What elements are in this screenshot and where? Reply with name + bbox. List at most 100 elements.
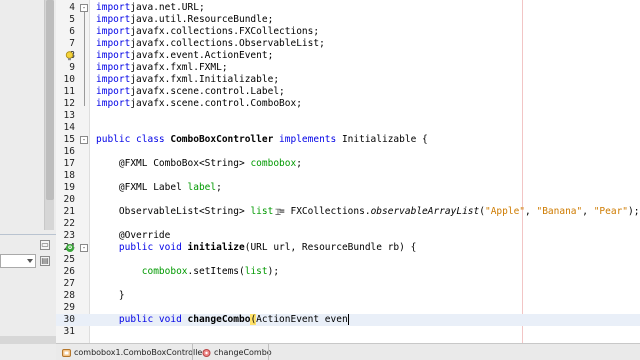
breadcrumb: combobox1.ComboBoxController changeCombo xyxy=(56,343,640,360)
line-number: 12 xyxy=(63,98,75,109)
code-line[interactable]: 29 xyxy=(56,302,640,314)
code-line[interactable]: 13 xyxy=(56,110,640,122)
code-line[interactable]: 27 xyxy=(56,278,640,290)
code-token: combobox xyxy=(141,266,188,277)
code-line[interactable]: 20 xyxy=(56,194,640,206)
code-line[interactable]: 9 importjavafx.fxml.FXML; xyxy=(56,62,640,74)
code-token: javafx.collections.ObservableList; xyxy=(130,38,325,49)
left-panel: ▭ ▤ xyxy=(0,0,56,360)
code-token: javafx.fxml.Initializable; xyxy=(130,74,280,85)
code-text: ObservableList<String> list = FXCollecti… xyxy=(96,206,640,218)
code-line[interactable]: 14 xyxy=(56,122,640,134)
code-line[interactable]: 11 importjavafx.scene.control.Label; xyxy=(56,86,640,98)
code-line[interactable]: 16 xyxy=(56,146,640,158)
fold-toggle-icon[interactable]: - xyxy=(80,136,88,144)
code-token: changeCombo xyxy=(187,314,251,325)
code-token: list xyxy=(250,206,274,217)
line-number: 20 xyxy=(63,194,75,205)
code-token: .setItems( xyxy=(187,266,245,277)
code-token: javafx.fxml.FXML; xyxy=(130,62,228,73)
line-number: 15 xyxy=(63,134,75,145)
code-text: public class ComboBoxController implemen… xyxy=(96,134,428,146)
code-line[interactable]: 7 importjavafx.collections.ObservableList… xyxy=(56,38,640,50)
code-token: combobox xyxy=(250,158,297,169)
code-line[interactable]: 23 @Override xyxy=(56,230,640,242)
code-text: importjava.util.ResourceBundle; xyxy=(96,14,273,26)
code-line[interactable]: 8importjavafx.event.ActionEvent; xyxy=(56,50,640,62)
line-number: 25 xyxy=(63,254,75,265)
left-panel-horizontal-scrollbar[interactable] xyxy=(0,336,56,344)
panel-options-icon[interactable]: ▤ xyxy=(40,256,50,266)
line-number: 16 xyxy=(63,146,75,157)
code-text: importjavafx.scene.control.ComboBox; xyxy=(96,98,302,110)
code-text: importjava.net.URL; xyxy=(96,2,205,14)
code-line[interactable]: 4- importjava.net.URL; xyxy=(56,2,640,14)
code-text: @Override xyxy=(96,230,170,242)
code-text: combobox.setItems(list); xyxy=(96,266,279,278)
code-line[interactable]: 12 importjavafx.scene.control.ComboBox; xyxy=(56,98,640,110)
code-token: "Banana" xyxy=(536,206,583,217)
code-text: public void initialize(URL url, Resource… xyxy=(96,242,416,254)
fold-toggle-icon[interactable]: - xyxy=(80,244,88,252)
code-line[interactable]: 26 combobox.setItems(list); xyxy=(56,266,640,278)
code-token: "Pear" xyxy=(593,206,629,217)
code-token: java.util.ResourceBundle; xyxy=(130,14,274,25)
code-token: javafx.event.ActionEvent; xyxy=(130,50,274,61)
code-line[interactable]: 18 xyxy=(56,170,640,182)
hint-bulb-icon[interactable] xyxy=(65,51,74,61)
code-text: importjavafx.scene.control.Label; xyxy=(96,86,285,98)
method-icon xyxy=(202,349,211,357)
code-token: , xyxy=(525,206,537,217)
text-caret xyxy=(347,314,349,325)
code-token: @Override xyxy=(96,230,171,241)
code-line[interactable]: 19 @FXML Label label; xyxy=(56,182,640,194)
code-line[interactable]: 30 public void changeCombo(ActionEvent e… xyxy=(56,314,640,326)
code-token: initialize xyxy=(187,242,245,253)
code-line[interactable]: 6 importjavafx.collections.FXCollections; xyxy=(56,26,640,38)
code-token: ; xyxy=(216,182,222,193)
minimize-icon[interactable]: ▭ xyxy=(40,240,50,250)
line-number: 18 xyxy=(63,170,75,181)
code-token: Initializable { xyxy=(336,134,428,145)
code-editor[interactable]: 4- importjava.net.URL; 5 importjava.util.Re… xyxy=(56,0,640,343)
breadcrumb-separator xyxy=(192,344,193,360)
fold-toggle-icon[interactable]: - xyxy=(80,4,88,12)
code-token: import xyxy=(96,86,131,97)
panel-dropdown[interactable] xyxy=(0,254,36,268)
code-text: importjavafx.event.ActionEvent; xyxy=(96,50,273,62)
code-line[interactable]: 15- public class ComboBoxController imple… xyxy=(56,134,640,146)
code-token: ObservableList<String> xyxy=(96,206,251,217)
breadcrumb-class[interactable]: combobox1.ComboBoxController xyxy=(62,347,206,359)
code-token: import xyxy=(96,2,131,13)
left-panel-vertical-scrollbar[interactable] xyxy=(44,0,54,230)
code-line[interactable]: 22 xyxy=(56,218,640,230)
code-line[interactable]: 21 ObservableList<String> list = FXColle… xyxy=(56,206,640,218)
code-text: importjavafx.fxml.FXML; xyxy=(96,62,228,74)
line-number: 10 xyxy=(63,74,75,85)
code-text: @FXML Label label; xyxy=(96,182,222,194)
code-text: importjavafx.fxml.Initializable; xyxy=(96,74,279,86)
scrollbar-thumb[interactable] xyxy=(46,0,54,200)
code-line[interactable]: 31 xyxy=(56,326,640,338)
code-token: list xyxy=(244,266,268,277)
code-line[interactable]: 28 } xyxy=(56,290,640,302)
code-token: "Apple" xyxy=(484,206,526,217)
panel-divider xyxy=(0,234,56,235)
line-number: 13 xyxy=(63,110,75,121)
code-token: import xyxy=(96,50,131,61)
breadcrumb-method[interactable]: changeCombo xyxy=(202,347,272,359)
code-line[interactable]: 24-o public void initialize(URL url, Res… xyxy=(56,242,640,254)
code-token: public void xyxy=(96,314,188,325)
code-token: import xyxy=(96,62,131,73)
code-line[interactable]: 25 xyxy=(56,254,640,266)
breadcrumb-class-label: combobox1.ComboBoxController xyxy=(74,348,206,357)
line-number: 31 xyxy=(63,326,75,337)
code-line[interactable]: 5 importjava.util.ResourceBundle; xyxy=(56,14,640,26)
code-token: @FXML ComboBox<String> xyxy=(96,158,251,169)
code-token: import xyxy=(96,74,131,85)
line-number: 7 xyxy=(69,38,75,49)
code-line[interactable]: 17 @FXML ComboBox<String> combobox; xyxy=(56,158,640,170)
code-token: } xyxy=(96,290,125,301)
code-line[interactable]: 10 importjavafx.fxml.Initializable; xyxy=(56,74,640,86)
override-marker-icon[interactable]: o xyxy=(66,244,74,252)
